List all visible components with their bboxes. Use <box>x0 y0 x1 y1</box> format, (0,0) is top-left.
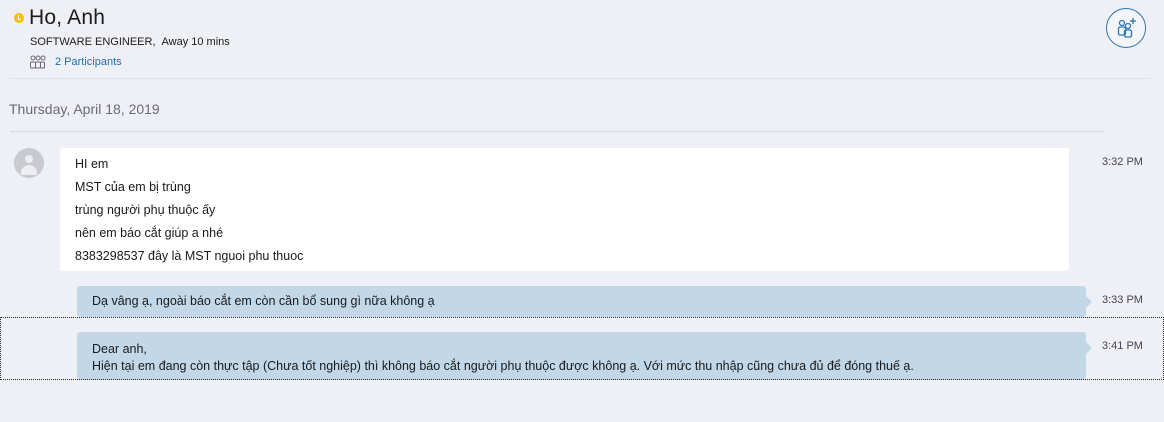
default-avatar-icon[interactable] <box>14 148 44 178</box>
add-people-icon <box>1117 18 1136 38</box>
subline-separator: , <box>152 36 156 48</box>
participants-link[interactable]: 2 Participants <box>29 54 122 70</box>
contact-name[interactable]: Ho, Anh <box>29 6 105 30</box>
message-line: MST của em bị trùng <box>75 180 191 194</box>
contact-subline: SOFTWARE ENGINEER, Away 10 mins <box>30 36 230 48</box>
incoming-message[interactable]: HI em MST của em bị trùng trùng người ph… <box>60 148 1069 271</box>
away-clock-icon <box>14 13 24 23</box>
message-line: HI em <box>75 157 109 171</box>
job-title: SOFTWARE ENGINEER <box>30 36 153 48</box>
date-divider <box>10 131 1104 132</box>
date-separator-label: Thursday, April 18, 2019 <box>9 101 160 117</box>
add-people-button[interactable] <box>1106 8 1146 48</box>
message-timestamp: 3:41 PM <box>1102 340 1143 352</box>
message-line: 8383298537 đây là MST nguoi phu thuoc <box>75 249 304 263</box>
participants-label[interactable]: 2 Participants <box>55 56 122 68</box>
message-line: nên em báo cắt giúp a nhé <box>75 226 224 240</box>
message-line: Dạ vâng ạ, ngoài báo cắt em còn cần bổ s… <box>92 294 435 308</box>
avatar-body <box>21 165 37 175</box>
message-timestamp: 3:33 PM <box>1102 294 1143 306</box>
message-line: trùng người phụ thuộc ấy <box>75 203 216 217</box>
message-line: Dear anh, <box>92 342 147 356</box>
avatar-head <box>25 155 33 163</box>
conversation-header: Ho, Anh SOFTWARE ENGINEER, Away 10 mins 2… <box>0 0 1164 80</box>
message-line: Hiện tại em đang còn thực tập (Chưa tốt … <box>92 359 914 373</box>
outgoing-message[interactable]: Dear anh, Hiện tại em đang còn thực tập … <box>77 332 1092 380</box>
outgoing-message[interactable]: Dạ vâng ạ, ngoài báo cắt em còn cần bổ s… <box>77 286 1092 317</box>
message-timestamp: 3:32 PM <box>1102 156 1143 168</box>
header-divider <box>10 78 1150 79</box>
presence-status: Away 10 mins <box>161 36 230 48</box>
participants-icon <box>30 55 46 69</box>
